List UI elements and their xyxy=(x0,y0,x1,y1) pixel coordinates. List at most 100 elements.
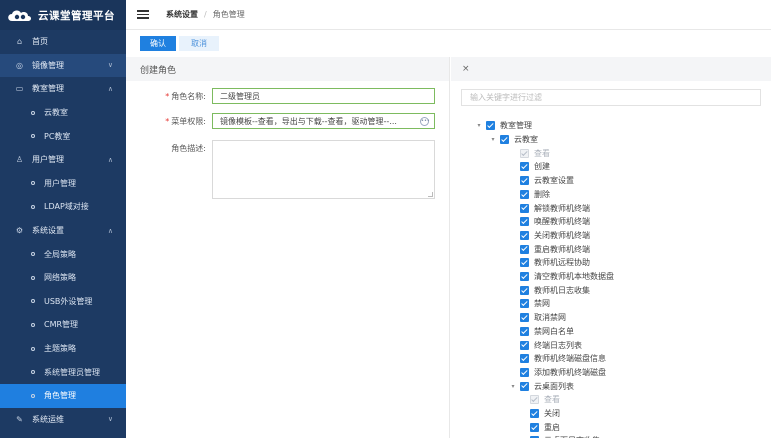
tree-node-label: 重启 xyxy=(544,422,560,432)
tree-checkbox[interactable] xyxy=(520,313,529,323)
sidebar-item-14[interactable]: 系统管理员管理 xyxy=(0,360,126,384)
tree-checkbox[interactable] xyxy=(520,176,529,186)
tree-node[interactable]: 清空教师机本地数据盘 xyxy=(509,270,614,284)
tree-node[interactable]: 重启教师机终端 xyxy=(509,242,590,256)
tree-node[interactable]: 查看 xyxy=(519,393,560,407)
tree-filter-input[interactable]: 输入关键字进行过滤 xyxy=(461,89,761,106)
sidebar-group-16[interactable]: ✎ 系统运维 ∨ xyxy=(0,408,126,432)
tree-checkbox[interactable] xyxy=(520,203,529,213)
tree-checkbox[interactable] xyxy=(520,340,529,350)
tree-checkbox[interactable] xyxy=(530,422,539,432)
tree-node-label: 关闭 xyxy=(544,409,560,419)
tree-node[interactable]: 终端日志列表 xyxy=(509,338,582,352)
tree-node[interactable]: 关闭 xyxy=(519,407,560,421)
tree-node-label: 解锁教师机终端 xyxy=(534,203,590,213)
sidebar-item-13[interactable]: 主题策略 xyxy=(0,337,126,361)
breadcrumb-section[interactable]: 系统设置 xyxy=(166,9,198,20)
tree-node[interactable]: 禁网白名单 xyxy=(509,325,574,339)
tree-node[interactable]: 查看 xyxy=(509,146,550,160)
sidebar-item-12[interactable]: CMR管理 xyxy=(0,313,126,337)
tree-node[interactable]: 添加教师机终端磁盘 xyxy=(509,366,606,380)
bullet-icon xyxy=(31,110,35,115)
tree-node[interactable]: 云桌面日志收集 xyxy=(519,434,600,438)
sidebar-item-7[interactable]: LDAP域对接 xyxy=(0,195,126,219)
sidebar-item-label: 全局策略 xyxy=(44,249,76,259)
tree-node[interactable]: 禁网 xyxy=(509,297,550,311)
sidebar-item-9[interactable]: 全局策略 xyxy=(0,242,126,266)
tree-checkbox[interactable] xyxy=(520,285,529,295)
caret-down-icon[interactable]: ▾ xyxy=(509,383,517,390)
tree-node-label: 终端日志列表 xyxy=(534,340,582,350)
bullet-icon xyxy=(31,322,35,327)
menu-toggle-icon[interactable] xyxy=(137,10,149,19)
sidebar: 云课堂管理平台 ⌂ 首页 ◎ 镜像管理 ∨ ▭ 教室管理 ∧ 云教室 PC教室 ♙ 用户管理 ∧ 用户管理… xyxy=(0,0,126,438)
tree-checkbox[interactable] xyxy=(520,326,529,336)
tree-node[interactable]: ▾ 教室管理 xyxy=(475,119,532,133)
tree-checkbox[interactable] xyxy=(500,135,509,145)
sidebar-item-10[interactable]: 网络策略 xyxy=(0,266,126,290)
tree-node-label: 查看 xyxy=(544,395,560,405)
sidebar-item-label: 首页 xyxy=(32,37,48,47)
sidebar-group-2[interactable]: ▭ 教室管理 ∧ xyxy=(0,77,126,101)
sidebar-group-0[interactable]: ⌂ 首页 xyxy=(0,30,126,54)
role-name-input[interactable]: 二级管理员 xyxy=(212,88,435,104)
tree-node-label: 云教室 xyxy=(514,135,538,145)
app-logo[interactable]: 云课堂管理平台 xyxy=(0,0,126,30)
tree-node-label: 教师机远程协助 xyxy=(534,258,590,268)
sidebar-group-8[interactable]: ⚙ 系统设置 ∧ xyxy=(0,219,126,243)
tree-node[interactable]: ▾ 云教室 xyxy=(489,133,538,147)
tree-checkbox[interactable] xyxy=(520,230,529,240)
caret-down-icon[interactable]: ▾ xyxy=(475,122,483,129)
sidebar-item-label: 系统设置 xyxy=(32,226,64,236)
cancel-button[interactable]: 取消 xyxy=(179,36,219,51)
resize-grip-icon[interactable] xyxy=(428,192,433,197)
tree-checkbox[interactable] xyxy=(520,299,529,309)
sidebar-item-3[interactable]: 云教室 xyxy=(0,101,126,125)
breadcrumb-separator: / xyxy=(204,10,207,19)
tree-node[interactable]: 教师机终端磁盘信息 xyxy=(509,352,606,366)
tree-checkbox[interactable] xyxy=(520,367,529,377)
tree-checkbox[interactable] xyxy=(520,272,529,282)
menu-permission-select[interactable]: 镜像模板--查看，导出与下载--查看，驱动管理--... ••• xyxy=(212,113,435,129)
tree-checkbox[interactable] xyxy=(520,217,529,227)
close-icon[interactable]: × xyxy=(462,64,470,74)
tree-node[interactable]: 删除 xyxy=(509,188,550,202)
tree-node[interactable]: ▾ 云桌面列表 xyxy=(509,379,574,393)
tree-node[interactable]: 唤醒教师机终端 xyxy=(509,215,590,229)
tree-node[interactable]: 云教室设置 xyxy=(509,174,574,188)
tree-checkbox[interactable] xyxy=(520,381,529,391)
sidebar-group-1[interactable]: ◎ 镜像管理 ∨ xyxy=(0,53,126,78)
tree-node[interactable]: 解锁教师机终端 xyxy=(509,201,590,215)
sidebar-item-11[interactable]: USB外设管理 xyxy=(0,290,126,314)
tree-node[interactable]: 创建 xyxy=(509,160,550,174)
sidebar-item-label: USB外设管理 xyxy=(44,296,93,306)
more-icon[interactable]: ••• xyxy=(420,116,430,126)
tree-node-label: 教室管理 xyxy=(500,121,532,131)
tree-checkbox[interactable] xyxy=(520,354,529,364)
tree-node[interactable]: 重启 xyxy=(519,420,560,434)
tree-node-label: 云教室设置 xyxy=(534,176,574,186)
tree-checkbox[interactable] xyxy=(520,258,529,268)
sidebar-group-5[interactable]: ♙ 用户管理 ∧ xyxy=(0,148,126,172)
sidebar-item-15[interactable]: 角色管理 xyxy=(0,383,126,408)
tree-node[interactable]: 教师机日志收集 xyxy=(509,283,590,297)
caret-down-icon[interactable]: ▾ xyxy=(489,136,497,143)
role-description-textarea[interactable] xyxy=(212,140,435,199)
confirm-button[interactable]: 确认 xyxy=(140,36,176,51)
tree-checkbox[interactable] xyxy=(520,162,529,172)
tree-node[interactable]: 关闭教师机终端 xyxy=(509,229,590,243)
tree-node-label: 删除 xyxy=(534,189,550,199)
tree-checkbox[interactable] xyxy=(530,409,539,419)
panel-title: 创建角色 xyxy=(126,57,449,81)
tree-node-label: 创建 xyxy=(534,162,550,172)
sidebar-item-6[interactable]: 用户管理 xyxy=(0,172,126,196)
tree-node[interactable]: 取消禁网 xyxy=(509,311,566,325)
tree-checkbox[interactable] xyxy=(486,121,495,131)
sidebar-item-label: 系统运维 xyxy=(32,414,64,424)
image-icon: ◎ xyxy=(16,60,23,70)
tree-checkbox[interactable] xyxy=(520,244,529,254)
sidebar-item-4[interactable]: PC教室 xyxy=(0,124,126,148)
tree-node[interactable]: 教师机远程协助 xyxy=(509,256,590,270)
tree-checkbox[interactable] xyxy=(520,189,529,199)
chevron-up-icon: ∧ xyxy=(107,155,113,164)
